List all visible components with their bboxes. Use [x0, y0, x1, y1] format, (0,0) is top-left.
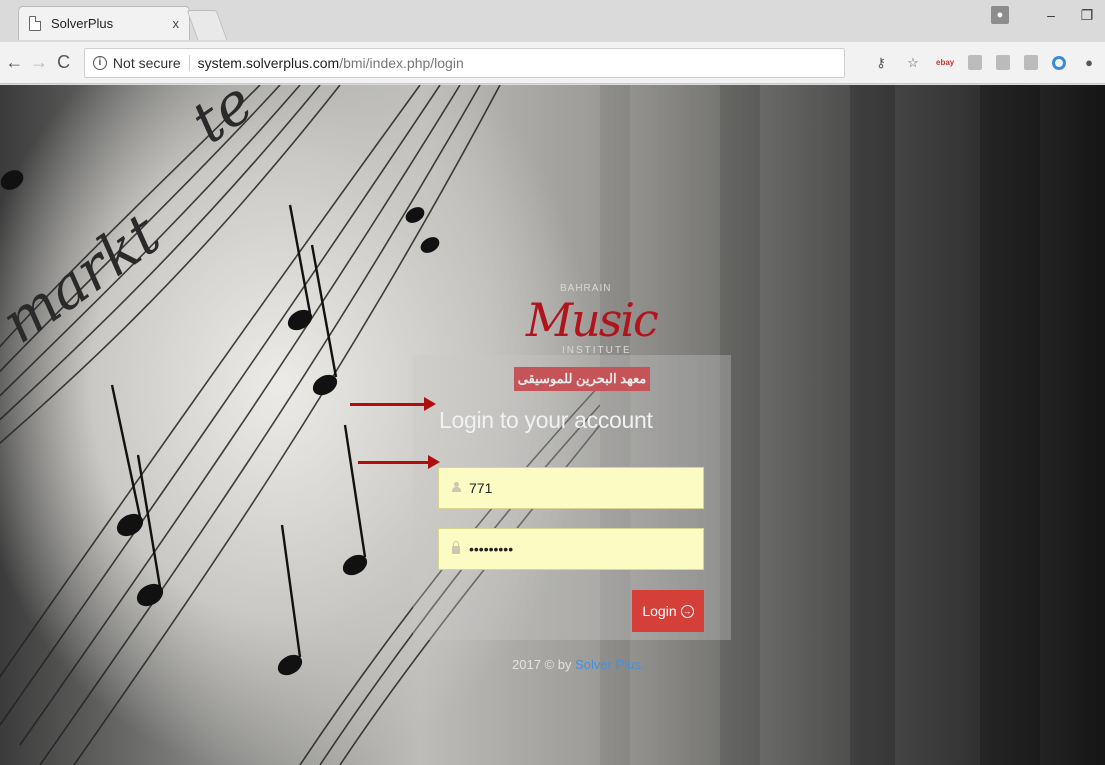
page-icon [29, 16, 41, 31]
footer-credit: 2017 © by Solver Plus. [512, 657, 644, 672]
extension-icon[interactable] [968, 55, 982, 70]
username-field[interactable] [438, 467, 704, 509]
login-title: Login to your account [439, 407, 653, 433]
address-bar[interactable]: i Not secure system.solverplus.com/bmi/i… [83, 47, 845, 78]
restore-button[interactable]: ❐ [1069, 7, 1105, 24]
ebay-extension-icon[interactable]: ebay [936, 54, 954, 72]
bookmark-star-icon[interactable]: ☆ [904, 54, 922, 72]
opera-extension-icon[interactable] [1052, 55, 1066, 70]
footer-brand-link[interactable]: Solver Plus. [575, 657, 644, 672]
tab-strip: SolverPlus x ● – ❐ [0, 0, 1105, 42]
extension-area: ⚷ ☆ ebay ● [865, 54, 1105, 72]
login-page: markt te BAHRAIN Music INSTITUTE معهد ال… [0, 85, 1105, 765]
arrow-right-circle-icon: → [680, 604, 694, 618]
svg-text:te: te [179, 85, 265, 156]
pdf-extension-icon[interactable] [1024, 55, 1038, 70]
security-label[interactable]: Not secure [113, 54, 190, 71]
logo-music-text: Music [526, 293, 659, 347]
info-icon[interactable]: i [92, 55, 107, 70]
user-icon [451, 481, 461, 495]
url-path: /bmi/index.php/login [339, 54, 464, 71]
browser-toolbar: ← → C i Not secure system.solverplus.com… [0, 42, 1105, 84]
annotation-arrow-icon [350, 397, 436, 411]
reload-button[interactable]: C [53, 52, 74, 73]
footer-prefix: 2017 © by [512, 657, 576, 672]
new-tab-button[interactable] [186, 10, 228, 40]
login-button-label: Login [642, 603, 677, 619]
tab-title: SolverPlus [51, 16, 114, 31]
password-input[interactable] [469, 541, 689, 557]
url-host: system.solverplus.com [197, 54, 340, 71]
minimize-button[interactable]: – [1033, 7, 1069, 23]
lock-icon [451, 540, 461, 557]
forward-button[interactable]: → [29, 52, 50, 73]
extension-icon[interactable] [996, 55, 1010, 70]
login-panel: Login to your account Login → [413, 355, 731, 640]
back-button[interactable]: ← [4, 52, 25, 73]
key-icon[interactable]: ⚷ [872, 54, 890, 72]
window-controls: ● – ❐ [991, 0, 1105, 30]
username-input[interactable] [469, 480, 689, 496]
spy-extension-icon[interactable]: ● [1080, 54, 1098, 72]
annotation-arrow-icon [358, 455, 440, 469]
person-icon[interactable]: ● [991, 6, 1009, 24]
tab-close-icon[interactable]: x [173, 16, 180, 31]
browser-tab[interactable]: SolverPlus x [18, 6, 190, 40]
login-button[interactable]: Login → [632, 590, 704, 632]
password-field[interactable] [438, 528, 704, 570]
